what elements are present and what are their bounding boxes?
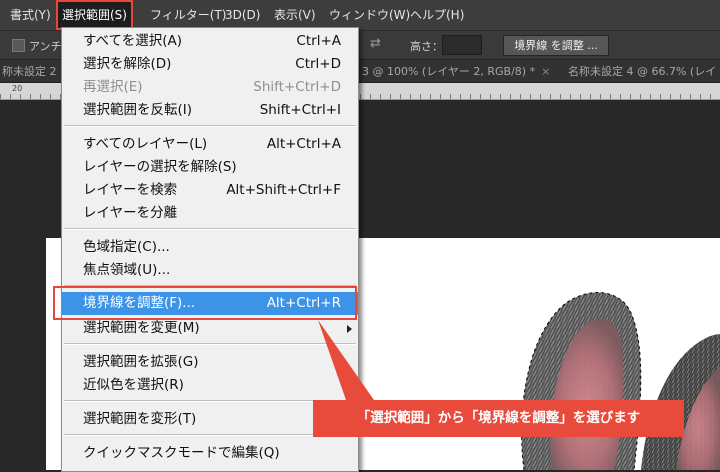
annotation-callout: 「選択範囲」から「境界線を調整」を選びます xyxy=(313,400,684,437)
